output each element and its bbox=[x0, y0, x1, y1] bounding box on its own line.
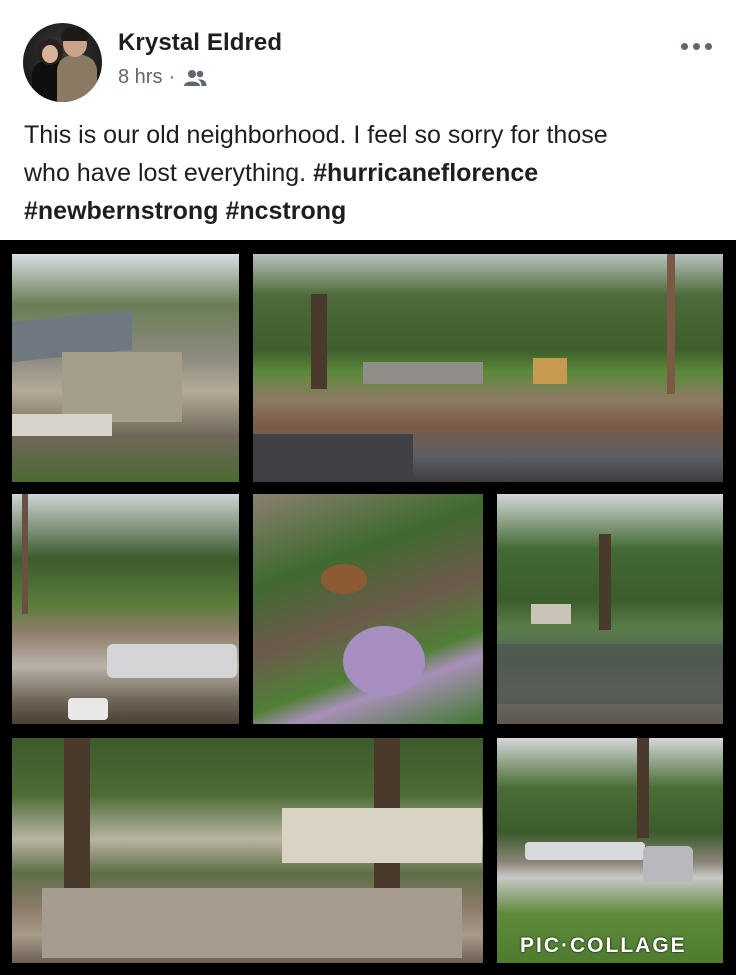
tree-trunk bbox=[637, 738, 649, 838]
debris-shape bbox=[42, 888, 462, 958]
collage-photo-2[interactable] bbox=[253, 254, 723, 482]
more-dot bbox=[692, 42, 700, 50]
more-options-icon[interactable] bbox=[676, 36, 716, 56]
foundation-shape bbox=[62, 352, 182, 422]
chair-shape bbox=[643, 846, 693, 882]
collage-photo-5[interactable] bbox=[497, 494, 723, 724]
debris-shape bbox=[12, 414, 112, 436]
post-text: This is our old neighborhood. I feel so … bbox=[24, 116, 714, 230]
bucket-shape bbox=[68, 698, 108, 720]
collapsed-house bbox=[363, 362, 483, 384]
author-name[interactable]: Krystal Eldred bbox=[118, 29, 282, 57]
debris-shape bbox=[321, 564, 367, 594]
avatar-hair-right bbox=[61, 27, 89, 41]
avatar-face-left bbox=[42, 45, 58, 63]
tree-trunk bbox=[599, 534, 611, 630]
debris-shape bbox=[107, 644, 237, 678]
hashtag-ncstrong[interactable]: #ncstrong bbox=[225, 197, 346, 225]
meta-separator: · bbox=[168, 66, 176, 88]
utility-pole bbox=[667, 254, 675, 394]
rubble-shape bbox=[253, 434, 413, 480]
collage-photo-1[interactable] bbox=[12, 254, 239, 482]
house-shape bbox=[531, 604, 571, 624]
friends-icon[interactable] bbox=[183, 69, 207, 87]
post-meta: 8 hrs · bbox=[118, 66, 207, 89]
floodwater-shape bbox=[497, 644, 723, 704]
tree-trunk bbox=[311, 294, 327, 389]
house-shape bbox=[282, 808, 482, 863]
more-dot bbox=[704, 42, 712, 50]
utility-pole bbox=[22, 494, 28, 614]
more-dot bbox=[680, 42, 688, 50]
shed-shape bbox=[533, 358, 567, 384]
photo-collage[interactable]: PIC·COLLAGE bbox=[0, 240, 736, 975]
tree-trunk bbox=[64, 738, 90, 888]
pic-collage-watermark: PIC·COLLAGE bbox=[520, 934, 687, 957]
post-header: Krystal Eldred 8 hrs · bbox=[0, 0, 736, 110]
hashtag-newbernstrong[interactable]: #newbernstrong bbox=[24, 197, 218, 225]
post-timestamp[interactable]: 8 hrs bbox=[118, 66, 162, 89]
collage-photo-3[interactable] bbox=[12, 494, 239, 724]
post-text-line-1: This is our old neighborhood. I feel so … bbox=[24, 121, 608, 149]
avatar-figure-right bbox=[57, 55, 97, 102]
post-text-line-2: who have lost everything. #hurricaneflor… bbox=[24, 154, 714, 192]
hashtag-hurricaneflorence[interactable]: #hurricaneflorence bbox=[313, 159, 538, 187]
collage-photo-4[interactable] bbox=[253, 494, 483, 724]
collage-photo-7[interactable] bbox=[497, 738, 723, 963]
post-text-line-3: #newbernstrong #ncstrong bbox=[24, 192, 714, 230]
author-avatar[interactable] bbox=[23, 23, 102, 102]
collage-photo-6[interactable] bbox=[12, 738, 483, 963]
debris-shape bbox=[525, 842, 645, 860]
post-text-plain: who have lost everything. bbox=[24, 159, 314, 187]
ball-shape bbox=[343, 626, 425, 696]
